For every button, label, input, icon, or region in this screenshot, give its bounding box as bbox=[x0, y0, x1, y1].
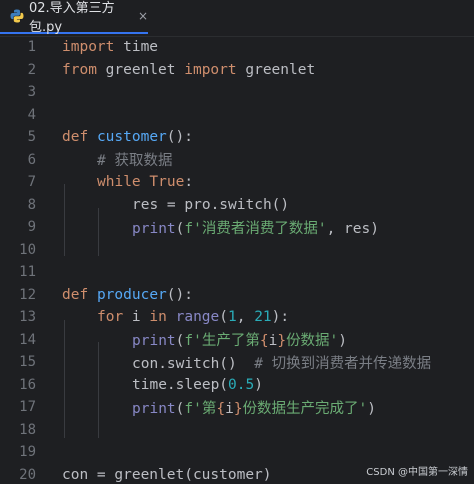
code-text: # 获取数据 bbox=[97, 153, 173, 170]
code-line: 2 from greenlet import greenlet bbox=[0, 59, 474, 82]
code-line: 10 bbox=[0, 239, 474, 262]
line-number: 12 bbox=[19, 286, 36, 303]
tab-file[interactable]: 02.导入第三方包.py × bbox=[0, 0, 148, 35]
editor-tab-bar: 02.导入第三方包.py × bbox=[0, 0, 474, 37]
code-text: con = greenlet(customer) bbox=[62, 466, 272, 483]
line-number: 11 bbox=[19, 264, 36, 281]
line-number: 14 bbox=[19, 331, 36, 348]
tab-filename: 02.导入第三方包.py bbox=[29, 1, 115, 35]
code-line: 13 for i in range(1, 21): bbox=[0, 306, 474, 329]
code-line: 14 print(f'生产了第{i}份数据') bbox=[0, 329, 474, 352]
code-line: 8 res = pro.switch() bbox=[0, 194, 474, 217]
code-line: 3 bbox=[0, 81, 474, 104]
code-line: 15 con.switch() # 切换到消费者并传递数据 bbox=[0, 351, 474, 374]
line-number: 2 bbox=[27, 61, 36, 78]
line-number: 17 bbox=[19, 399, 36, 416]
line-number: 18 bbox=[19, 421, 36, 438]
code-text: print(f'第{i}份数据生产完成了') bbox=[132, 400, 377, 417]
close-tab-icon[interactable]: × bbox=[138, 9, 148, 23]
code-text: time.sleep(0.5) bbox=[132, 376, 263, 393]
code-text: con.switch() # 切换到消费者并传递数据 bbox=[132, 355, 432, 372]
code-text: from greenlet import greenlet bbox=[62, 61, 316, 78]
code-text: for i in range(1, 21): bbox=[97, 309, 290, 326]
line-number: 4 bbox=[27, 106, 36, 123]
code-editor[interactable]: 02.导入第三方包.py × 1 import time 2 from gree… bbox=[0, 0, 474, 484]
line-number: 15 bbox=[19, 354, 36, 371]
code-line: 17 print(f'第{i}份数据生产完成了') bbox=[0, 396, 474, 419]
line-number: 1 bbox=[27, 39, 36, 56]
python-file-icon bbox=[10, 9, 24, 23]
line-number: 3 bbox=[27, 84, 36, 101]
code-text: res = pro.switch() bbox=[132, 196, 290, 213]
line-number: 5 bbox=[27, 129, 36, 146]
code-text: def producer(): bbox=[62, 286, 193, 303]
code-line: 6 # 获取数据 bbox=[0, 149, 474, 172]
code-text: import time bbox=[62, 39, 159, 56]
line-number: 20 bbox=[19, 466, 36, 483]
code-line: 1 import time bbox=[0, 36, 474, 59]
line-number: 10 bbox=[19, 241, 36, 258]
code-text: print(f'生产了第{i}份数据') bbox=[132, 333, 348, 350]
code-text: print(f'消费者消费了数据', res) bbox=[132, 220, 379, 237]
code-line: 18 bbox=[0, 419, 474, 442]
code-line: 19 bbox=[0, 441, 474, 464]
code-line: 11 bbox=[0, 261, 474, 284]
code-text: def customer(): bbox=[62, 129, 193, 146]
line-number: 19 bbox=[19, 444, 36, 461]
line-number: 16 bbox=[19, 376, 36, 393]
watermark: CSDN @中国第一深情 bbox=[366, 467, 468, 478]
code-line: 16 time.sleep(0.5) bbox=[0, 374, 474, 397]
code-line: 9 print(f'消费者消费了数据', res) bbox=[0, 216, 474, 239]
code-line: 12 def producer(): bbox=[0, 284, 474, 307]
code-text: while True: bbox=[97, 174, 194, 191]
code-line: 5 def customer(): bbox=[0, 126, 474, 149]
code-line: 7 while True: bbox=[0, 171, 474, 194]
line-number: 9 bbox=[27, 219, 36, 236]
line-number: 7 bbox=[27, 174, 36, 191]
line-number: 13 bbox=[19, 309, 36, 326]
line-number: 6 bbox=[27, 151, 36, 168]
code-line: 4 bbox=[0, 104, 474, 127]
line-number: 8 bbox=[27, 196, 36, 213]
code-area[interactable]: 1 import time 2 from greenlet import gre… bbox=[0, 36, 474, 484]
